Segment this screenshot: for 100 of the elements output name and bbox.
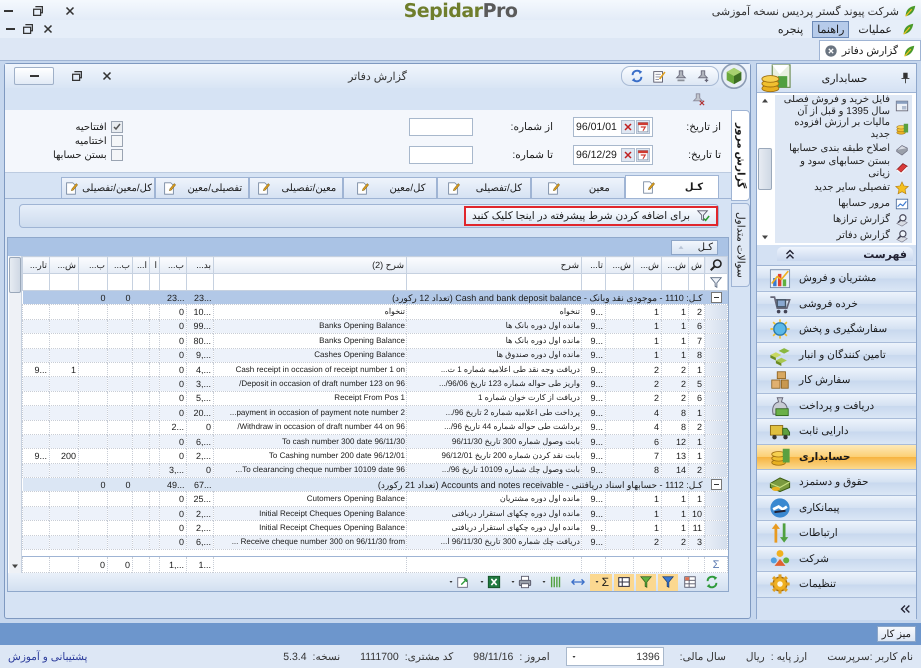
restore-button[interactable]	[21, 22, 35, 36]
module-button[interactable]: پیمانکاری	[757, 496, 916, 521]
row-selector[interactable]	[704, 334, 728, 348]
module-button[interactable]: دریافت و پرداخت	[757, 394, 916, 419]
document-tab[interactable]: گزارش دفاتر	[818, 40, 921, 60]
close-button[interactable]	[100, 69, 114, 83]
menu-item[interactable]: پنجره	[772, 20, 808, 38]
task-link[interactable]: گزارش ترازها	[778, 212, 909, 227]
column-header[interactable]: تا...	[582, 256, 606, 274]
module-button[interactable]: شرکت	[757, 546, 916, 572]
clear-button[interactable]	[621, 120, 635, 134]
task-link[interactable]: تفصیلی سایر جدید	[778, 180, 909, 195]
row-selector[interactable]	[704, 362, 728, 377]
expand-toggle[interactable]	[710, 292, 722, 304]
row-selector[interactable]	[704, 434, 728, 449]
row-selector[interactable]	[704, 319, 728, 334]
row-selector[interactable]	[704, 391, 728, 406]
filter-cell[interactable]	[22, 274, 50, 290]
checkbox-label[interactable]: اختتامیه	[74, 136, 107, 146]
column-header[interactable]: ش...	[662, 256, 688, 274]
filter-cell[interactable]	[50, 274, 78, 290]
module-button[interactable]: خرده فروشی	[757, 292, 916, 317]
checkbox-label[interactable]: افتتاحیه	[76, 122, 107, 132]
column-header[interactable]: شرح	[406, 256, 582, 274]
task-link[interactable]: مرور حسابها	[778, 196, 909, 211]
side-tab[interactable]: گزارش مرور	[731, 110, 750, 202]
menu-item[interactable]: راهنما	[812, 20, 850, 38]
filter-button[interactable]	[704, 274, 728, 290]
row-selector[interactable]	[704, 376, 728, 392]
column-header[interactable]: بد...	[186, 256, 214, 274]
row-selector[interactable]	[704, 448, 728, 464]
filter-cell[interactable]	[406, 274, 582, 290]
checkbox[interactable]	[110, 149, 123, 161]
module-button[interactable]: تنظیمات	[757, 572, 916, 598]
tab-label[interactable]: گزارش دفاتر	[842, 44, 898, 56]
column-header[interactable]: شرح (2)	[214, 256, 406, 274]
module-button[interactable]: حقوق و دستمزد	[757, 470, 916, 496]
filter-cell[interactable]	[688, 274, 704, 290]
row-selector[interactable]	[704, 348, 728, 362]
taskbar-button[interactable]: میز کار	[876, 626, 916, 642]
filter-cell[interactable]	[214, 274, 406, 290]
menu-item[interactable]: عملیات	[853, 20, 897, 38]
column-header[interactable]: ب...	[108, 256, 132, 274]
restore-button[interactable]	[70, 69, 84, 83]
task-link[interactable]: گزارش دفاتر	[778, 228, 909, 243]
toolbar-button[interactable]	[636, 574, 656, 590]
column-header[interactable]: ب...	[160, 256, 186, 274]
tab[interactable]: تفصیلی/معین	[155, 177, 249, 198]
advanced-filter-button[interactable]: برای اضافه کردن شرط پیشرفته در اینجا کلیک کنید	[464, 206, 718, 226]
calendar-button[interactable]	[636, 120, 650, 134]
row-selector[interactable]	[704, 520, 728, 536]
column-header[interactable]: تار...	[22, 256, 50, 274]
scroll-thumb[interactable]	[9, 257, 21, 293]
column-header[interactable]: ب...	[78, 256, 108, 274]
support-link[interactable]: پشتیبانی و آموزش	[8, 650, 88, 662]
tab[interactable]: کل/تفصیلی	[437, 177, 531, 198]
module-button[interactable]: مشتریان و فروش	[757, 266, 916, 292]
toolbar-button[interactable]	[614, 574, 634, 590]
module-button[interactable]: تامین کنندگان و انبار	[757, 342, 916, 368]
list-header[interactable]: فهرست	[777, 247, 913, 261]
module-button[interactable]: حسابداری	[757, 444, 916, 470]
filter-cell[interactable]	[78, 274, 108, 290]
scrollbar[interactable]	[9, 256, 22, 573]
module-button[interactable]: سفارشگیری و پخش	[757, 317, 916, 342]
calendar-button[interactable]	[636, 148, 650, 162]
filter-cell[interactable]	[582, 274, 606, 290]
expand-toggle[interactable]	[710, 479, 722, 490]
filter-cell[interactable]	[186, 274, 214, 290]
row-selector[interactable]	[704, 535, 728, 550]
tab[interactable]: معین/تفصیلی	[249, 177, 343, 198]
filter-cell[interactable]	[108, 274, 132, 290]
filter-cell[interactable]	[634, 274, 662, 290]
side-tab[interactable]: سوالات متداول	[731, 203, 750, 288]
restore-button[interactable]	[31, 4, 45, 18]
minimize-button[interactable]	[14, 67, 54, 85]
column-header[interactable]: ش	[688, 256, 704, 274]
date-field[interactable]: 96/12/29	[573, 145, 653, 165]
search-button[interactable]	[704, 256, 728, 274]
clear-button[interactable]	[621, 148, 635, 162]
tab[interactable]: کل/معین	[343, 177, 437, 198]
scroll-thumb[interactable]	[758, 148, 772, 190]
filter-cell[interactable]	[606, 274, 634, 290]
clear-button[interactable]	[691, 92, 705, 106]
filter-cell[interactable]	[150, 274, 160, 290]
module-button[interactable]: سفارش کار	[757, 368, 916, 394]
task-link[interactable]: مالیات بر ارزش افزوده جدید	[778, 118, 909, 140]
module-button[interactable]: دارایی ثابت	[757, 419, 916, 444]
year-dropdown[interactable]: 1396	[566, 647, 664, 666]
module-button[interactable]: ارتباطات	[757, 521, 916, 546]
date-field[interactable]: 96/01/01	[573, 117, 653, 137]
sum-button[interactable]: Σ	[590, 574, 612, 590]
row-selector[interactable]	[704, 420, 728, 434]
input-field[interactable]	[409, 146, 473, 164]
task-link[interactable]: اصلاح طبقه بندی حسابها	[778, 141, 909, 156]
column-header[interactable]: ش...	[50, 256, 78, 274]
column-header[interactable]: ش...	[634, 256, 662, 274]
input-field[interactable]	[409, 118, 473, 136]
checkbox[interactable]	[110, 135, 123, 147]
filter-cell[interactable]	[160, 274, 186, 290]
tab[interactable]: کل/معین/تفصیلی	[61, 177, 155, 198]
